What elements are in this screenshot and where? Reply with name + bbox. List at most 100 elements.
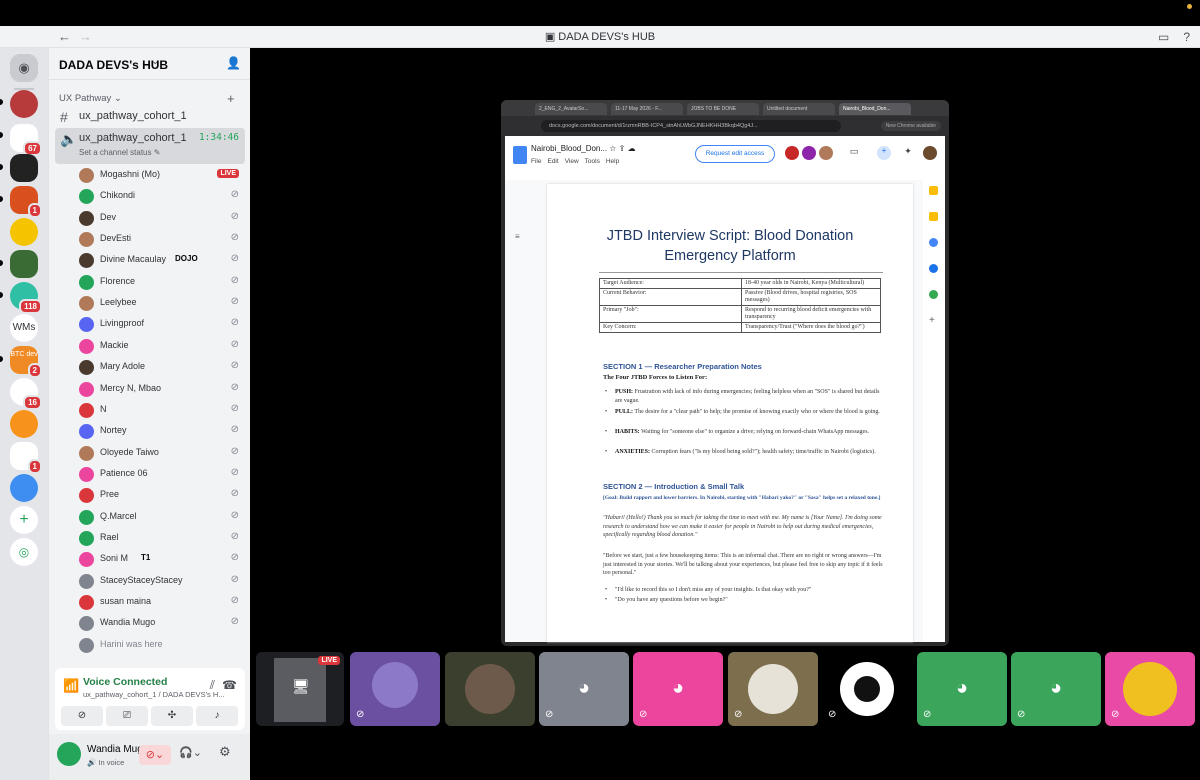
voice-user[interactable]: Rael ⊘: [75, 528, 243, 549]
voice-user[interactable]: Florence ⊘: [75, 272, 243, 293]
request-edit-button[interactable]: Request edit access: [695, 145, 775, 163]
server-icon[interactable]: [10, 410, 38, 438]
server-icon[interactable]: [10, 218, 38, 246]
server-icon[interactable]: WMs: [10, 314, 38, 342]
server-icon[interactable]: [10, 474, 38, 502]
server-icon[interactable]: 67: [10, 124, 42, 156]
address-bar[interactable]: docs.google.com/document/d/1rzmnRBB-ICP4…: [541, 120, 841, 132]
discord-home-icon[interactable]: ◉: [10, 54, 38, 82]
voice-user[interactable]: Nortey ⊘: [75, 421, 243, 442]
voice-user[interactable]: Q.Marcel ⊘: [75, 507, 243, 528]
guild-header[interactable]: DADA DEVS's HUB ⌄ 👤: [49, 48, 251, 80]
participant-tile[interactable]: ◕ ⊘: [539, 652, 629, 726]
voice-user[interactable]: Dev ⊘: [75, 208, 243, 229]
server-icon[interactable]: [10, 250, 38, 278]
participant-tile[interactable]: ⊘: [822, 652, 912, 726]
voice-user[interactable]: DevEsti ⊘: [75, 229, 243, 250]
activities-button[interactable]: ✣: [151, 706, 193, 726]
share-screen-button[interactable]: ⎚: [106, 706, 148, 726]
browser-tab[interactable]: 11-17 May 2026 - F...: [611, 103, 683, 115]
docs-logo-icon[interactable]: [513, 146, 527, 164]
tasks-icon[interactable]: [929, 238, 938, 247]
maps-icon[interactable]: [929, 290, 938, 299]
gear-icon[interactable]: ⚙: [219, 744, 231, 760]
collaborator-avatar[interactable]: [802, 146, 816, 160]
channel-status[interactable]: Set a channel status ✎: [79, 148, 160, 157]
server-icon[interactable]: 1: [10, 442, 42, 474]
voice-user[interactable]: StaceyStaceyStacey ⊘: [75, 571, 243, 592]
outline-icon[interactable]: ≡: [515, 232, 520, 241]
avatar[interactable]: [57, 742, 81, 766]
menu-view[interactable]: View: [565, 158, 579, 165]
server-icon[interactable]: 1: [10, 186, 42, 218]
calendar-icon[interactable]: [929, 186, 938, 195]
browser-tab[interactable]: JOBS TO BE DONE: [687, 103, 759, 115]
doc-page[interactable]: JTBD Interview Script: Blood Donation Eme…: [547, 184, 913, 642]
add-member-icon[interactable]: 👤: [226, 56, 241, 70]
inbox-icon[interactable]: ▭: [1158, 30, 1169, 44]
discover-icon[interactable]: ◎: [10, 538, 38, 566]
voice-user[interactable]: Oloyede Taiwo ⊘: [75, 443, 243, 464]
voice-location[interactable]: ux_pathway_cohort_1 / DADA DEVS's H...: [83, 690, 225, 699]
screen-share[interactable]: 2_ENG_2_AvatarSo... 11-17 May 2026 - F..…: [501, 100, 949, 646]
participant-tile[interactable]: ◕ ⊘: [917, 652, 1007, 726]
voice-channel[interactable]: 🔈 ux_pathway_cohort_1 1:34:46 Set a chan…: [55, 128, 245, 164]
keep-icon[interactable]: [929, 212, 938, 221]
participant-tile[interactable]: ⊘: [350, 652, 440, 726]
headphones-icon[interactable]: 🎧⌄: [179, 746, 202, 759]
voice-user[interactable]: Mogashni (Mo) LIVE: [75, 165, 243, 186]
browser-tab-active[interactable]: Nairobi_Blood_Don...: [839, 103, 911, 115]
browser-tab[interactable]: 2_ENG_2_AvatarSo...: [535, 103, 607, 115]
voice-user[interactable]: Soni M T1 ⊘: [75, 549, 243, 570]
new-version-button[interactable]: New Chrome available: [880, 121, 941, 131]
add-addon-icon[interactable]: +: [929, 316, 938, 326]
server-icon[interactable]: 118: [10, 282, 42, 314]
noise-suppression-icon[interactable]: ⫽: [210, 678, 215, 693]
voice-user[interactable]: N ⊘: [75, 400, 243, 421]
voice-user[interactable]: Pree ⊘: [75, 485, 243, 506]
voice-user[interactable]: Wandia Mugo ⊘: [75, 613, 243, 634]
voice-user[interactable]: Mackie ⊘: [75, 336, 243, 357]
server-icon[interactable]: 16: [10, 378, 42, 410]
mic-muted-button[interactable]: ⊘⌄: [139, 745, 171, 765]
collaborator-avatar[interactable]: [785, 146, 799, 160]
account-avatar[interactable]: [923, 146, 937, 160]
camera-off-button[interactable]: ⊘: [61, 706, 103, 726]
server-icon[interactable]: [10, 154, 38, 182]
voice-user[interactable]: Patience 06 ⊘: [75, 464, 243, 485]
participant-tile[interactable]: ◕ ⊘: [633, 652, 723, 726]
participant-tile-stream[interactable]: 🖥 LIVE: [256, 652, 344, 726]
voice-user[interactable]: Mary Adole ⊘: [75, 357, 243, 378]
menu-file[interactable]: File: [531, 158, 541, 165]
voice-user[interactable]: susan maina ⊘: [75, 592, 243, 613]
voice-user[interactable]: Chikondi ⊘: [75, 186, 243, 207]
menu-tools[interactable]: Tools: [585, 158, 600, 165]
browser-tab[interactable]: Untitled document: [763, 103, 835, 115]
voice-user[interactable]: Divine Macaulay DOJO ⊘: [75, 250, 243, 271]
add-server-icon[interactable]: +: [10, 506, 38, 534]
voice-user[interactable]: Harini was here: [75, 635, 243, 656]
participant-tile[interactable]: ◕ ⊘: [1011, 652, 1101, 726]
gemini-icon[interactable]: ✦: [901, 146, 915, 160]
add-channel-icon[interactable]: +: [227, 91, 235, 106]
disconnect-icon[interactable]: ☎: [222, 678, 237, 692]
collaborator-avatar[interactable]: [819, 146, 833, 160]
meet-icon[interactable]: ▭: [847, 146, 861, 160]
voice-user[interactable]: Mercy N, Mbao ⊘: [75, 379, 243, 400]
voice-user[interactable]: Livingproof ⊘: [75, 314, 243, 335]
participant-tile[interactable]: ⊘: [1105, 652, 1195, 726]
text-channel[interactable]: # ux_pathway_cohort_1: [55, 106, 245, 128]
menu-help[interactable]: Help: [606, 158, 619, 165]
contacts-icon[interactable]: [929, 264, 938, 273]
share-icon[interactable]: +: [877, 146, 891, 160]
voice-user[interactable]: Leelybee ⊘: [75, 293, 243, 314]
menu-edit[interactable]: Edit: [547, 158, 558, 165]
doc-name[interactable]: Nairobi_Blood_Don... ☆ ⇪ ☁: [531, 144, 636, 153]
participant-tile[interactable]: ⊘: [728, 652, 818, 726]
participant-tile[interactable]: [445, 652, 535, 726]
server-icon[interactable]: [10, 90, 38, 118]
category-ux-pathway[interactable]: UX Pathway ⌄ +: [59, 91, 235, 106]
help-icon[interactable]: ?: [1183, 30, 1190, 44]
server-icon[interactable]: BTC dev 2: [10, 346, 42, 378]
soundboard-button[interactable]: ♪: [196, 706, 238, 726]
